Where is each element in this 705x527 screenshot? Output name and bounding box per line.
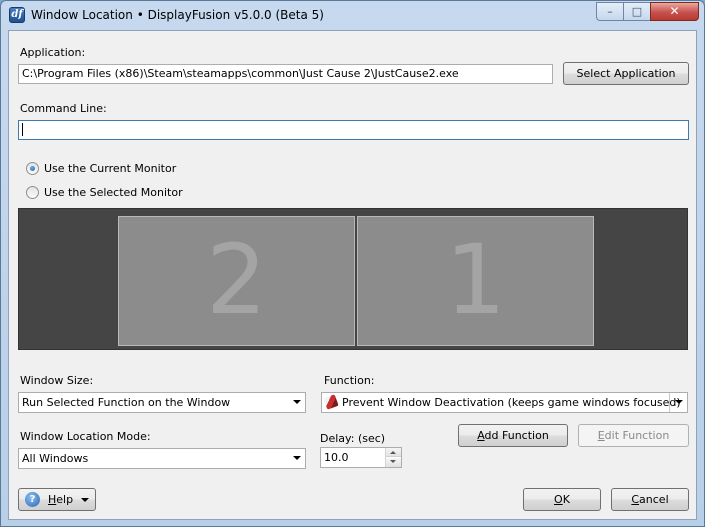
monitor-1[interactable]: 1 [357,216,594,346]
radio-label-current-monitor: Use the Current Monitor [44,162,177,175]
edit-function-button[interactable]: Edit Function [578,424,689,447]
maximize-button[interactable]: □ [623,2,650,21]
application-label: Application: [20,46,86,59]
command-line-label: Command Line: [20,102,107,115]
application-path-input[interactable]: C:\Program Files (x86)\Steam\steamapps\c… [18,64,553,84]
ok-mnemonic: O [554,493,563,506]
add-function-label: dd Function [484,429,549,442]
command-line-input[interactable] [18,120,689,140]
spin-up-icon[interactable] [386,448,401,457]
displayfusion-app-icon[interactable]: df [9,7,25,23]
spinner-buttons [385,448,401,467]
cancel-mnemonic: C [631,493,640,506]
radio-button-unselected[interactable] [26,186,39,199]
window-title: Window Location • DisplayFusion v5.0.0 (… [31,8,324,22]
ok-label: K [562,493,570,506]
delay-value: 10.0 [324,451,349,464]
close-button[interactable]: ✕ [650,2,699,21]
title-bar[interactable]: df Window Location • DisplayFusion v5.0.… [1,1,704,29]
radio-button-selected[interactable] [26,162,39,175]
add-function-button[interactable]: Add Function [458,424,568,447]
text-caret [22,122,23,136]
cancel-label: ancel [639,493,669,506]
edit-function-mnemonic: E [597,429,605,442]
monitor-2[interactable]: 2 [118,216,355,346]
ok-button[interactable]: OK [523,488,601,511]
delay-spinner[interactable]: 10.0 [320,447,402,468]
monitor-layout-preview: 2 1 [18,208,688,350]
red-pencil-icon [323,394,339,410]
help-icon: ? [25,492,40,507]
radio-label-selected-monitor: Use the Selected Monitor [44,186,183,199]
radio-use-current-monitor[interactable]: Use the Current Monitor [26,161,246,177]
window-location-dialog: df Window Location • DisplayFusion v5.0.… [0,0,705,527]
window-size-selected: Run Selected Function on the Window [22,396,231,409]
dialog-client-area: Application: C:\Program Files (x86)\Stea… [8,30,697,520]
minimize-icon: – [607,5,613,18]
add-function-mnemonic: A [477,429,485,442]
radio-use-selected-monitor[interactable]: Use the Selected Monitor [26,185,246,201]
delay-label: Delay: (sec) [320,432,386,445]
radio-dot [30,166,35,171]
help-label: elp [56,493,74,506]
help-button[interactable]: ? Help [18,488,96,511]
window-location-mode-label: Window Location Mode: [20,430,151,443]
chevron-down-icon [675,400,683,404]
function-selected: Prevent Window Deactivation (keeps game … [342,396,681,409]
dropdown-divider [669,393,670,412]
select-application-button[interactable]: Select Application [563,62,689,85]
chevron-down-icon [81,498,89,502]
spin-down-icon[interactable] [386,458,401,467]
close-icon: ✕ [669,4,680,18]
chevron-down-icon [293,456,301,460]
location-mode-selected: All Windows [22,452,89,465]
window-size-label: Window Size: [20,374,94,387]
maximize-icon: □ [631,5,643,18]
window-location-mode-dropdown[interactable]: All Windows [18,448,306,469]
function-label: Function: [324,374,375,387]
edit-function-label: dit Function [604,429,670,442]
cancel-button[interactable]: Cancel [611,488,689,511]
minimize-button[interactable]: – [596,2,623,21]
monitor-2-number: 2 [205,224,268,336]
chevron-down-icon [293,400,301,404]
function-dropdown[interactable]: Prevent Window Deactivation (keeps game … [321,392,688,413]
window-size-dropdown[interactable]: Run Selected Function on the Window [18,392,306,413]
monitor-1-number: 1 [444,224,507,336]
